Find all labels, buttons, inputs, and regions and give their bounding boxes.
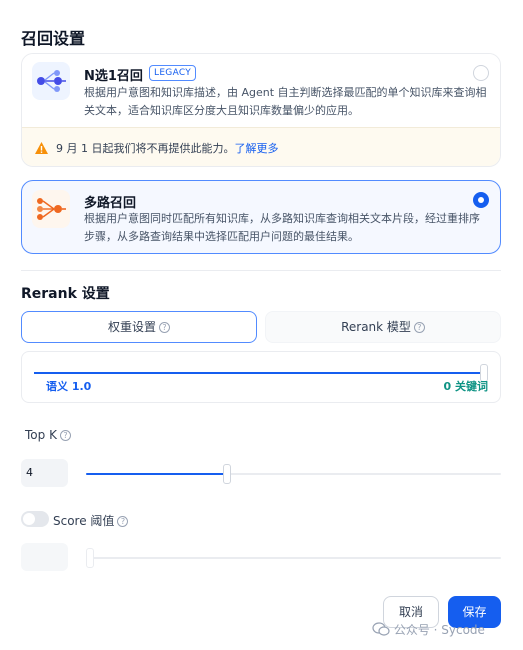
score-slider-track[interactable] — [86, 557, 501, 559]
top-k-slider-track[interactable] — [86, 473, 501, 475]
weight-slider-track[interactable] — [34, 372, 484, 374]
deprecation-warning: 9 月 1 日起我们将不再提供此能力。了解更多 — [22, 127, 500, 166]
semantic-weight-label: 语义 1.0 — [46, 380, 92, 393]
n-choose-1-radio[interactable] — [473, 65, 489, 81]
n-choose-1-title: N选1召回 — [84, 69, 143, 84]
legacy-badge: LEGACY — [149, 65, 197, 81]
score-threshold-toggle[interactable] — [21, 511, 49, 527]
tab-rerank-model-label: Rerank 模型 — [341, 320, 411, 334]
score-label-row: Score 阈值? — [53, 512, 129, 529]
top-k-slider-thumb[interactable] — [223, 464, 231, 484]
help-icon: ? — [117, 516, 129, 527]
help-icon: ? — [413, 322, 425, 333]
n-choose-1-icon — [32, 62, 70, 100]
help-icon: ? — [159, 322, 170, 333]
tab-rerank-model[interactable]: Rerank 模型? — [265, 311, 501, 343]
section-title-rerank: Rerank 设置 — [21, 286, 110, 302]
keyword-weight-label: 0 关键词 — [443, 380, 488, 393]
tab-weight-settings[interactable]: 权重设置? — [21, 311, 257, 343]
warning-icon — [35, 142, 48, 154]
multi-path-radio[interactable] — [473, 192, 489, 208]
option-multi-path[interactable]: 多路召回 根据用户意图同时匹配所有知识库，从多路知识库查询相关文本片段，经过重排… — [21, 180, 501, 254]
watermark-text: 公众号 · Sycode — [393, 623, 485, 637]
top-k-label-row: Top K? — [25, 428, 71, 442]
score-threshold-input[interactable] — [21, 543, 68, 571]
weight-slider-panel: 语义 1.0 0 关键词 — [21, 351, 501, 403]
section-divider — [21, 270, 501, 271]
score-slider-thumb[interactable] — [86, 548, 94, 568]
option-n-choose-1[interactable]: N选1召回 LEGACY 根据用户意图和知识库描述，由 Agent 自主判断选择… — [21, 53, 501, 167]
warning-text: 9 月 1 日起我们将不再提供此能力。 — [56, 142, 235, 155]
section-title-retrieval: 召回设置 — [21, 29, 86, 48]
learn-more-link[interactable]: 了解更多 — [235, 142, 279, 155]
wechat-icon — [372, 622, 390, 636]
multi-path-description: 根据用户意图同时匹配所有知识库，从多路知识库查询相关文本片段，经过重排序步骤，从… — [84, 212, 480, 243]
watermark: 公众号 · Sycode — [372, 621, 485, 638]
help-icon: ? — [59, 430, 71, 441]
top-k-label: Top K — [25, 428, 57, 442]
multi-path-title: 多路召回 — [84, 196, 137, 211]
multi-path-icon — [32, 190, 70, 228]
top-k-input[interactable]: 4 — [21, 459, 68, 487]
n-choose-1-description: 根据用户意图和知识库描述，由 Agent 自主判断选择最匹配的单个知识库来查询相… — [84, 86, 487, 117]
top-k-slider-fill — [86, 473, 227, 475]
score-threshold-label: Score 阈值 — [53, 514, 115, 528]
tab-weight-settings-label: 权重设置 — [107, 320, 156, 334]
